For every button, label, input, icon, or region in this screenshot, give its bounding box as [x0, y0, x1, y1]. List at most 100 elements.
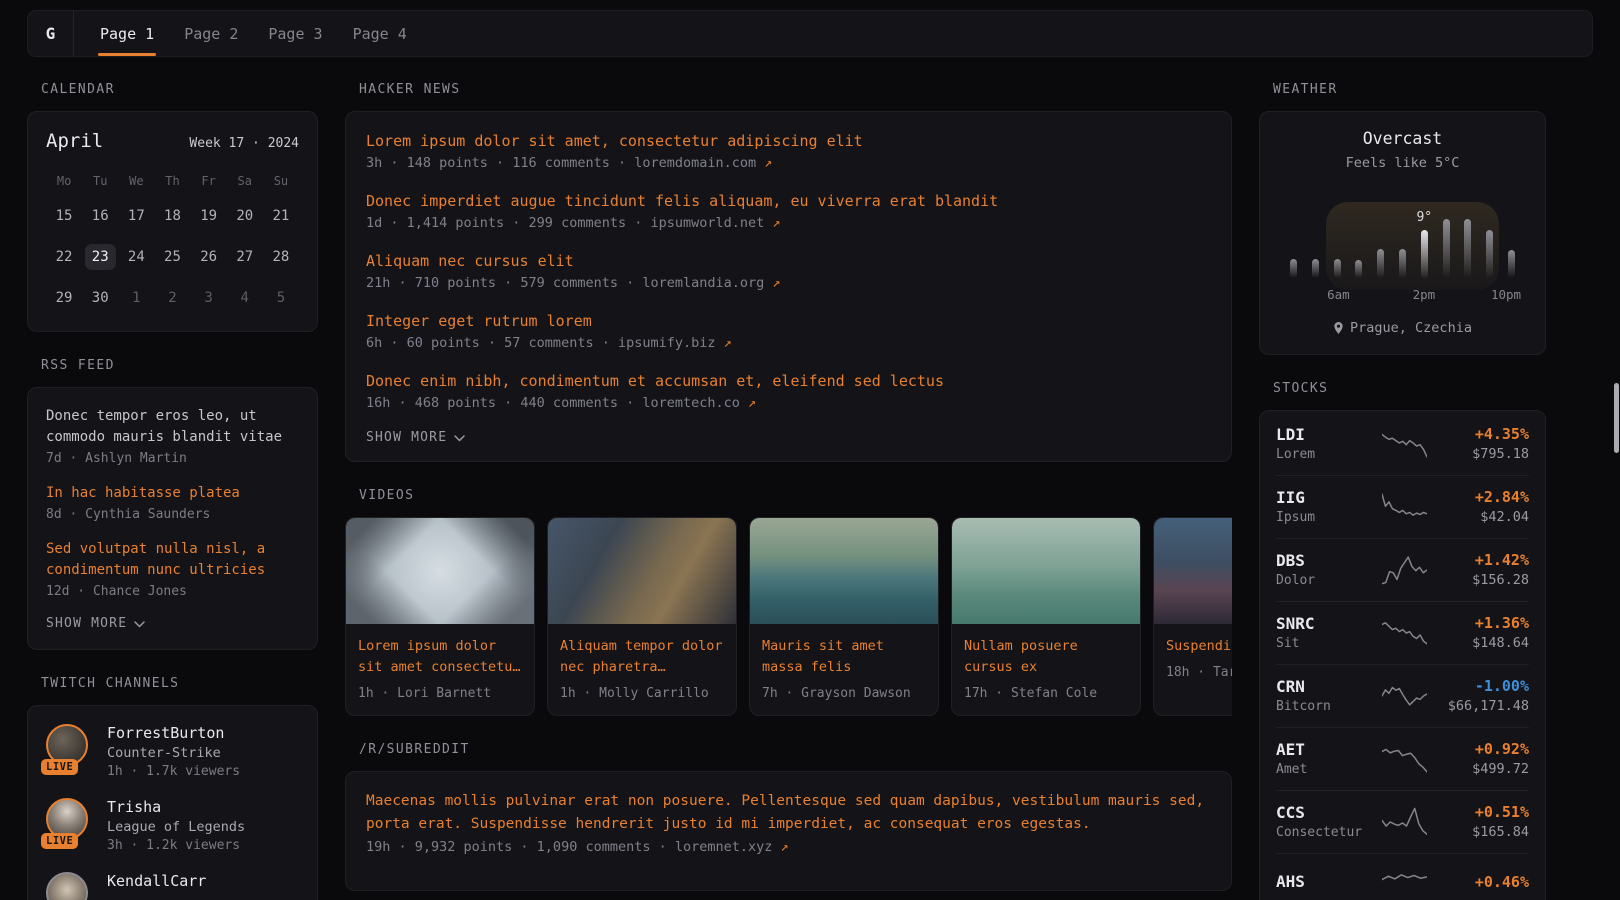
- middle-column: HACKER NEWS Lorem ipsum dolor sit amet, …: [345, 70, 1232, 900]
- video-card[interactable]: Nullam posuere cursus ex 17h · Stefan Co…: [951, 517, 1141, 716]
- video-title-link[interactable]: Suspendisse diam: [1166, 636, 1232, 657]
- stock-row[interactable]: CRN Bitcorn -1.00% $66,171.48: [1276, 665, 1529, 728]
- video-thumbnail[interactable]: [952, 518, 1140, 624]
- stock-sparkline: [1382, 742, 1427, 776]
- hackernews-item-link[interactable]: Aliquam nec cursus elit: [366, 250, 1211, 272]
- page-tab[interactable]: Page 2: [184, 11, 238, 56]
- hackernews-item-link[interactable]: Donec enim nibh, condimentum et accumsan…: [366, 370, 1211, 392]
- calendar-day: 5: [265, 285, 296, 311]
- video-title-link[interactable]: Lorem ipsum dolor sit amet consectetu…: [358, 636, 522, 678]
- video-thumbnail[interactable]: [750, 518, 938, 624]
- page-tab[interactable]: Page 4: [353, 11, 407, 56]
- hackernews-item: Donec imperdiet augue tincidunt felis al…: [366, 190, 1211, 231]
- page-tab[interactable]: Page 1: [100, 11, 154, 56]
- video-card[interactable]: Suspendisse diam 18h · Tara: [1153, 517, 1232, 716]
- video-meta: 17h · Stefan Cole: [964, 686, 1128, 701]
- weather-feels-like: Feels like 5°C: [1278, 155, 1527, 171]
- calendar-day: 28: [265, 244, 296, 270]
- stock-price: $42.04: [1437, 509, 1529, 525]
- rss-widget: Donec tempor eros leo, ut commodo mauris…: [27, 387, 318, 650]
- calendar-day: 4: [229, 285, 260, 311]
- hackernews-item-meta: 21h · 710 points · 579 comments · loreml…: [366, 275, 1211, 291]
- channel-name[interactable]: ForrestBurton: [107, 724, 240, 742]
- live-badge: LIVE: [41, 759, 78, 775]
- calendar-month: April: [46, 130, 103, 152]
- stock-price: $795.18: [1437, 446, 1529, 462]
- stock-ticker: SNRC: [1276, 614, 1372, 633]
- calendar-day: 15: [49, 203, 80, 229]
- stock-price: $499.72: [1437, 761, 1529, 777]
- twitch-channel-row[interactable]: LIVE ForrestBurton Counter-Strike 1h · 1…: [46, 724, 299, 779]
- rss-show-more-button[interactable]: SHOW MORE: [46, 616, 299, 631]
- weather-hour-bar: [1334, 259, 1341, 278]
- hackernews-item: Aliquam nec cursus elit 21h · 710 points…: [366, 250, 1211, 291]
- hackernews-show-more-button[interactable]: SHOW MORE: [366, 430, 1211, 445]
- calendar-week-year: Week 17 · 2024: [189, 136, 299, 151]
- stock-change: +0.46%: [1437, 873, 1529, 891]
- hackernews-item: Donec enim nibh, condimentum et accumsan…: [366, 370, 1211, 411]
- stock-sparkline: [1382, 427, 1427, 461]
- video-thumbnail[interactable]: [1154, 518, 1232, 624]
- rss-item-link[interactable]: Sed volutpat nulla nisl, a condimentum n…: [46, 539, 299, 581]
- subreddit-post-meta: 19h · 9,932 points · 1,090 comments · lo…: [366, 839, 1211, 855]
- stock-row[interactable]: IIG Ipsum +2.84% $42.04: [1276, 476, 1529, 539]
- video-card[interactable]: Aliquam tempor dolor nec pharetra… 1h · …: [547, 517, 737, 716]
- hackernews-item-link[interactable]: Lorem ipsum dolor sit amet, consectetur …: [366, 130, 1211, 152]
- weather-location: Prague, Czechia: [1350, 320, 1472, 336]
- video-card[interactable]: Mauris sit amet massa felis 7h · Grayson…: [749, 517, 939, 716]
- subreddit-post: Maecenas mollis pulvinar erat non posuer…: [366, 790, 1211, 855]
- weekday-label: Tu: [93, 174, 107, 188]
- stock-row[interactable]: AET Amet +0.92% $499.72: [1276, 728, 1529, 791]
- weather-hour-bar: [1464, 219, 1471, 278]
- rss-item-link[interactable]: In hac habitasse platea: [46, 483, 299, 504]
- subreddit-section-title: /R/SUBREDDIT: [359, 742, 1232, 757]
- video-meta: 7h · Grayson Dawson: [762, 686, 926, 701]
- video-thumbnail[interactable]: [548, 518, 736, 624]
- rss-item-link[interactable]: Donec tempor eros leo, ut commodo mauris…: [46, 406, 299, 448]
- weekday-label: Sa: [238, 174, 252, 188]
- page-scrollbar[interactable]: [1614, 383, 1619, 453]
- video-title-link[interactable]: Nullam posuere cursus ex: [964, 636, 1128, 678]
- weather-hour-bar: [1443, 219, 1450, 278]
- hackernews-item-meta: 6h · 60 points · 57 comments · ipsumify.…: [366, 335, 1211, 351]
- video-title-link[interactable]: Mauris sit amet massa felis: [762, 636, 926, 678]
- page-tab[interactable]: Page 3: [268, 11, 322, 56]
- channel-name[interactable]: Trisha: [107, 798, 245, 816]
- hackernews-item-meta: 16h · 468 points · 440 comments · loremt…: [366, 395, 1211, 411]
- right-column: WEATHER Overcast Feels like 5°C: [1259, 70, 1546, 900]
- video-thumbnail[interactable]: [346, 518, 534, 624]
- stock-sparkline: [1382, 679, 1427, 713]
- hackernews-item: Lorem ipsum dolor sit amet, consectetur …: [366, 130, 1211, 171]
- stock-ticker: DBS: [1276, 551, 1372, 570]
- twitch-channel-row[interactable]: KendallCarr: [46, 872, 299, 900]
- rss-item-meta: 7d · Ashlyn Martin: [46, 451, 299, 466]
- hackernews-item: Integer eget rutrum lorem 6h · 60 points…: [366, 310, 1211, 351]
- calendar-section-title: CALENDAR: [41, 82, 318, 97]
- chevron-down-icon: [134, 621, 145, 628]
- weather-hour-bar: 9°: [1421, 230, 1428, 278]
- stock-name: Sit: [1276, 636, 1372, 651]
- stock-row[interactable]: AHS +0.46%: [1276, 854, 1529, 900]
- stock-row[interactable]: CCS Consectetur +0.51% $165.84: [1276, 791, 1529, 854]
- video-title-link[interactable]: Aliquam tempor dolor nec pharetra…: [560, 636, 724, 678]
- hackernews-item-link[interactable]: Donec imperdiet augue tincidunt felis al…: [366, 190, 1211, 212]
- calendar-row: 29 30 1 2 3 4 5: [46, 285, 299, 311]
- twitch-channel-row[interactable]: LIVE Trisha League of Legends 3h · 1.2k …: [46, 798, 299, 853]
- external-link-icon: ↗: [748, 395, 756, 411]
- stock-ticker: AET: [1276, 740, 1372, 759]
- hackernews-item-link[interactable]: Integer eget rutrum lorem: [366, 310, 1211, 332]
- weather-time-label: 10pm: [1491, 287, 1521, 302]
- subreddit-post-link[interactable]: Maecenas mollis pulvinar erat non posuer…: [366, 790, 1211, 836]
- channel-name[interactable]: KendallCarr: [107, 872, 206, 890]
- calendar-row: 22 23 24 25 26 27 28: [46, 244, 299, 270]
- stock-row[interactable]: LDI Lorem +4.35% $795.18: [1276, 413, 1529, 476]
- stocks-widget: LDI Lorem +4.35% $795.18 IIG Ipsum: [1259, 410, 1546, 900]
- stock-row[interactable]: DBS Dolor +1.42% $156.28: [1276, 539, 1529, 602]
- channel-viewers: 3h · 1.2k viewers: [107, 838, 245, 853]
- stock-row[interactable]: SNRC Sit +1.36% $148.64: [1276, 602, 1529, 665]
- calendar-day: 16: [85, 203, 116, 229]
- video-card[interactable]: Lorem ipsum dolor sit amet consectetu… 1…: [345, 517, 535, 716]
- stock-price: $156.28: [1437, 572, 1529, 588]
- channel-viewers: 1h · 1.7k viewers: [107, 764, 240, 779]
- stock-ticker: CRN: [1276, 677, 1372, 696]
